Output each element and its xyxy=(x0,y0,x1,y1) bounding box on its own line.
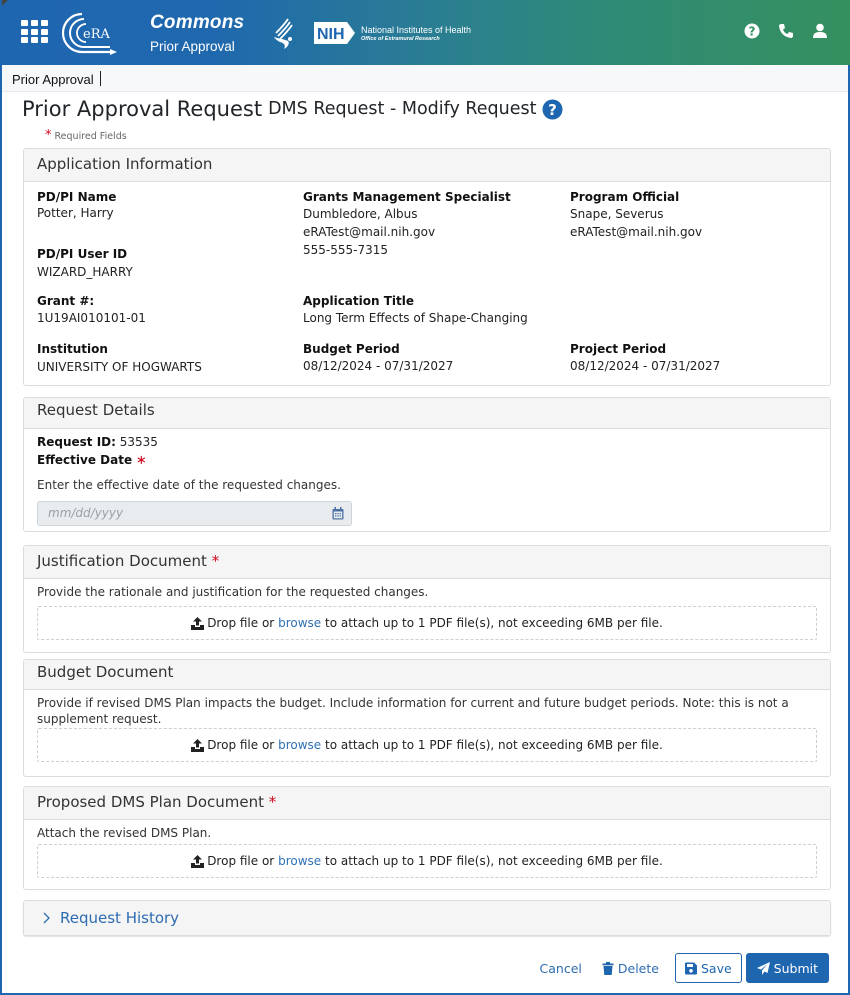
application-title-value: Long Term Effects of Shape-Changing xyxy=(303,311,528,325)
required-marker: ∗ xyxy=(135,453,147,468)
dms-plan-help: Attach the revised DMS Plan. xyxy=(37,826,212,840)
brand: Commons Prior Approval xyxy=(150,12,244,54)
institution-value: UNIVERSITY OF HOGWARTS xyxy=(37,360,202,374)
hhs-eagle-logo xyxy=(274,18,293,49)
pdpi-userid-field: PD/PI User ID WIZARD_HARRY xyxy=(37,247,133,279)
effective-date-input[interactable]: mm/dd/yyyy xyxy=(37,501,352,526)
gms-name-value: Dumbledore, Albus xyxy=(303,207,418,221)
project-period-field: Project Period 08/12/2024 - 07/31/2027 xyxy=(570,342,721,373)
page-title: Prior Approval Request DMS Request - Mod… xyxy=(22,97,563,121)
era-logo[interactable]: eRA xyxy=(62,10,118,56)
budget-document-panel: Budget Document Provide if revised DMS P… xyxy=(23,659,831,777)
form-actions: Cancel Delete Save Submit xyxy=(530,953,829,983)
po-name-value: Snape, Severus xyxy=(570,207,664,221)
save-button[interactable]: Save xyxy=(674,953,742,983)
nih-box: NIH xyxy=(314,22,355,44)
panel-heading: Application Information xyxy=(24,149,830,182)
institution-field: Institution UNIVERSITY OF HOGWARTS xyxy=(37,342,202,374)
grant-number-value: 1U19AI010101-01 xyxy=(37,311,146,325)
grant-number-field: Grant #: 1U19AI010101-01 xyxy=(37,294,146,325)
nih-name: National Institutes of Health xyxy=(361,24,472,35)
proposed-dms-plan-panel: Proposed DMS Plan Document * Attach the … xyxy=(23,786,831,890)
window-corner-mark xyxy=(2,0,8,6)
justification-dropzone[interactable]: Drop file or browse to attach up to 1 PD… xyxy=(37,606,817,640)
request-details-panel: Request Details Request ID: 53535 Effect… xyxy=(23,397,831,532)
delete-button[interactable]: Delete xyxy=(592,961,669,976)
browse-link[interactable]: browse xyxy=(278,616,321,630)
effective-date-label: Effective Date ∗ xyxy=(37,453,147,468)
required-marker: * xyxy=(45,128,52,143)
breadcrumb-separator xyxy=(99,71,101,86)
upload-icon xyxy=(191,738,205,752)
paper-plane-icon xyxy=(756,961,770,975)
svg-text:?: ? xyxy=(749,25,756,39)
gms-email-value: eRATest@mail.nih.gov xyxy=(303,225,436,239)
page-help-icon[interactable]: ? xyxy=(542,99,563,120)
svg-text:?: ? xyxy=(549,101,558,119)
request-id-value: 53535 xyxy=(119,435,158,449)
chevron-right-icon xyxy=(43,912,50,924)
browse-link[interactable]: browse xyxy=(278,854,321,868)
breadcrumb-item-prior-approval[interactable]: Prior Approval xyxy=(12,72,94,87)
budget-period-field: Budget Period 08/12/2024 - 07/31/2027 xyxy=(303,342,454,373)
calendar-icon[interactable] xyxy=(332,507,344,520)
user-icon[interactable] xyxy=(812,23,828,39)
request-id-field: Request ID: 53535 xyxy=(37,435,158,449)
svg-text:NIH: NIH xyxy=(317,26,345,43)
upload-icon xyxy=(191,854,205,868)
justification-help: Provide the rationale and justification … xyxy=(37,585,429,599)
top-header: eRA Commons Prior Approval NIH National … xyxy=(0,0,850,65)
header-actions: ? xyxy=(744,23,828,39)
application-information-panel: Application Information PD/PI Name Potte… xyxy=(23,148,831,386)
cancel-button[interactable]: Cancel xyxy=(530,961,592,976)
nih-logo[interactable]: NIH National Institutes of Health Office… xyxy=(313,21,471,45)
help-icon[interactable]: ? xyxy=(744,23,760,39)
gms-phone-value: 555-555-7315 xyxy=(303,243,389,257)
panel-heading: Request Details xyxy=(24,398,830,429)
app-window: eRA Commons Prior Approval NIH National … xyxy=(0,0,850,995)
era-logo-text: eRA xyxy=(83,27,110,42)
po-email-value: eRATest@mail.nih.gov xyxy=(570,225,703,239)
pdpi-name-value: Potter, Harry xyxy=(37,206,114,220)
required-marker: * xyxy=(268,793,277,811)
nih-office: Office of Extramural Research xyxy=(361,35,440,42)
page-subtitle: DMS Request - Modify Request xyxy=(268,99,537,119)
budget-help: Provide if revised DMS Plan impacts the … xyxy=(37,696,789,726)
budget-dropzone[interactable]: Drop file or browse to attach up to 1 PD… xyxy=(37,728,817,762)
program-official-field: Program Official Snape, Severus eRATest@… xyxy=(570,190,703,239)
gms-field: Grants Management Specialist Dumbledore,… xyxy=(303,190,511,257)
breadcrumb: Prior Approval xyxy=(2,65,848,92)
browse-link[interactable]: browse xyxy=(278,738,321,752)
pdpi-name-field: PD/PI Name Potter, Harry xyxy=(37,190,117,220)
panel-heading: Proposed DMS Plan Document * xyxy=(24,787,830,820)
upload-icon xyxy=(191,616,205,630)
effective-date-help: Enter the effective date of the requeste… xyxy=(37,478,341,492)
module-name: Prior Approval xyxy=(150,39,235,54)
budget-period-value: 08/12/2024 - 07/31/2027 xyxy=(303,359,454,373)
request-history-panel: Request History xyxy=(23,900,831,936)
floppy-disk-icon xyxy=(684,962,697,974)
application-title-field: Application Title Long Term Effects of S… xyxy=(303,294,528,325)
phone-icon[interactable] xyxy=(778,23,794,39)
required-fields-note: * Required Fields xyxy=(45,128,127,143)
submit-button[interactable]: Submit xyxy=(745,953,829,983)
apps-grid-icon[interactable] xyxy=(21,20,48,43)
justification-document-panel: Justification Document * Provide the rat… xyxy=(23,545,831,653)
panel-heading: Budget Document xyxy=(24,660,830,690)
project-period-value: 08/12/2024 - 07/31/2027 xyxy=(570,359,721,373)
app-name: Commons xyxy=(150,12,245,33)
dms-plan-dropzone[interactable]: Drop file or browse to attach up to 1 PD… xyxy=(37,844,817,878)
request-history-toggle[interactable]: Request History xyxy=(24,901,830,935)
required-marker: * xyxy=(211,552,220,570)
trash-icon xyxy=(602,961,614,975)
pdpi-userid-value: WIZARD_HARRY xyxy=(37,265,133,279)
panel-heading: Justification Document * xyxy=(24,546,830,579)
